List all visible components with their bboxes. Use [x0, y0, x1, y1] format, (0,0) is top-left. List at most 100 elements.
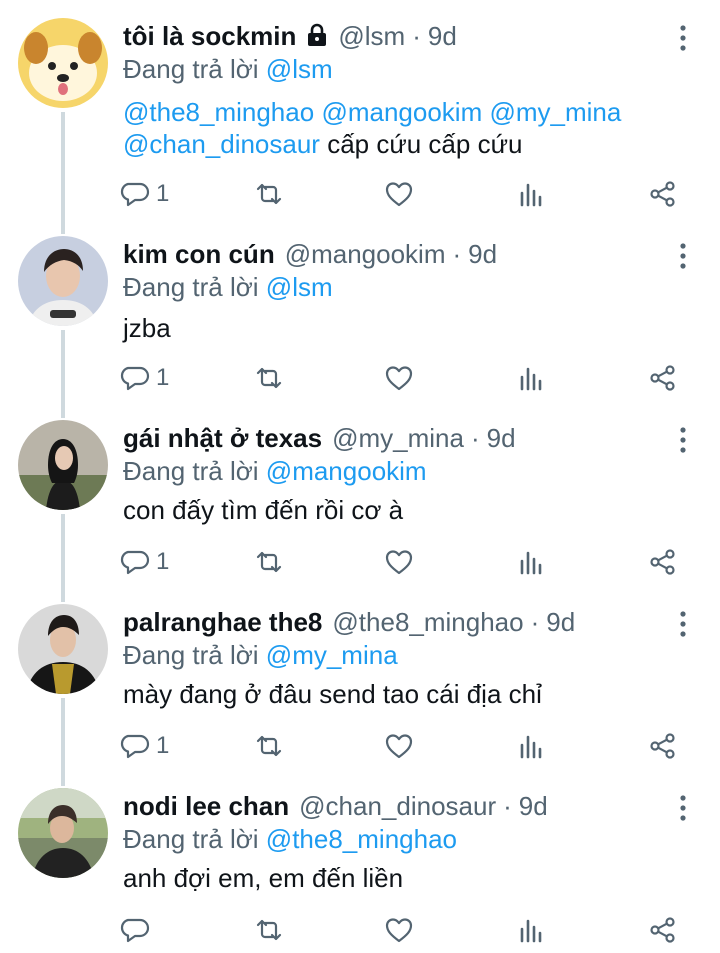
thread-line [61, 112, 65, 234]
retweet-button[interactable] [252, 174, 286, 214]
thread-line [61, 330, 65, 418]
reply-button[interactable]: 1 [120, 174, 169, 214]
mention[interactable]: @mangookim [321, 97, 482, 127]
retweet-icon [252, 547, 286, 577]
avatar[interactable] [18, 788, 108, 878]
replying-to-mention[interactable]: @the8_minghao [266, 824, 457, 854]
separator-dot: · [412, 20, 421, 51]
share-icon [648, 179, 678, 209]
like-button[interactable] [384, 542, 414, 582]
handle[interactable]: @the8_minghao [332, 607, 523, 638]
reply-icon [120, 731, 150, 761]
retweet-button[interactable] [252, 358, 286, 398]
text-span: jzba [123, 313, 171, 343]
view-analytics-button[interactable] [516, 358, 546, 398]
retweet-button[interactable] [252, 542, 286, 582]
avatar[interactable] [18, 420, 108, 510]
reply-icon [120, 363, 150, 393]
more-options-icon[interactable] [672, 792, 694, 824]
timestamp[interactable]: 9d [468, 239, 497, 270]
replying-to-mention[interactable]: @mangookim [266, 456, 427, 486]
reply-icon [120, 915, 150, 945]
replying-label: Đang trả lời [123, 272, 259, 302]
like-button[interactable] [384, 358, 414, 398]
display-name[interactable]: gái nhật ở texas [123, 423, 322, 454]
timestamp[interactable]: 9d [487, 423, 516, 454]
thread-line [61, 698, 65, 786]
heart-icon [384, 363, 414, 393]
text-line: @the8_minghao @mangookim @my_mina [123, 96, 621, 128]
share-button[interactable] [648, 542, 678, 582]
reply-button[interactable]: 1 [120, 542, 169, 582]
share-button[interactable] [648, 726, 678, 766]
handle[interactable]: @mangookim [285, 239, 446, 270]
replying-to-mention[interactable]: @lsm [266, 272, 333, 302]
tweet-text: jzba [123, 312, 171, 344]
timestamp[interactable]: 9d [428, 21, 457, 52]
mention[interactable]: @the8_minghao [123, 97, 314, 127]
like-button[interactable] [384, 174, 414, 214]
retweet-button[interactable] [252, 726, 286, 766]
display-name[interactable]: kim con cún [123, 239, 275, 270]
separator-dot: · [452, 238, 462, 269]
share-button[interactable] [648, 910, 678, 950]
share-icon [648, 915, 678, 945]
reply-count: 1 [156, 548, 170, 575]
text-span: anh đợi em, em đến liền [123, 863, 404, 893]
retweet-button[interactable] [252, 910, 286, 950]
separator-dot: · [530, 606, 540, 637]
handle[interactable]: @chan_dinosaur [299, 791, 496, 822]
mention[interactable]: @my_mina [489, 97, 621, 127]
more-options-icon[interactable] [672, 240, 694, 272]
heart-icon [384, 731, 414, 761]
replying-label: Đang trả lời [123, 456, 259, 486]
action-bar: 1 [120, 542, 680, 582]
display-name[interactable]: tôi là sockmin [123, 21, 296, 52]
retweet-icon [252, 363, 286, 393]
view-analytics-button[interactable] [516, 910, 546, 950]
replying-to: Đang trả lời @mangookim [123, 456, 427, 487]
avatar[interactable] [18, 604, 108, 694]
replying-to: Đang trả lời @lsm [123, 54, 333, 85]
handle[interactable]: @my_mina [332, 423, 464, 454]
heart-icon [384, 915, 414, 945]
timestamp[interactable]: 9d [546, 607, 575, 638]
share-icon [648, 547, 678, 577]
action-bar: 1 [120, 174, 680, 214]
text-span: mày đang ở đâu send tao cái địa chỉ [123, 679, 542, 709]
reply-button[interactable]: 1 [120, 726, 169, 766]
mention[interactable]: @chan_dinosaur [123, 129, 320, 159]
view-analytics-button[interactable] [516, 542, 546, 582]
display-name[interactable]: nodi lee chan [123, 791, 289, 822]
share-button[interactable] [648, 358, 678, 398]
action-bar: 1 [120, 358, 680, 398]
separator-dot: · [470, 422, 480, 453]
more-options-icon[interactable] [672, 424, 694, 456]
avatar[interactable] [18, 236, 108, 326]
like-button[interactable] [384, 910, 414, 950]
replying-to-mention[interactable]: @my_mina [266, 640, 398, 670]
retweet-icon [252, 915, 286, 945]
text-line: @chan_dinosaur cấp cứu cấp cứu [123, 128, 621, 160]
view-analytics-button[interactable] [516, 726, 546, 766]
like-button[interactable] [384, 726, 414, 766]
avatar[interactable] [18, 18, 108, 108]
display-name[interactable]: palranghae the8 [123, 607, 322, 638]
replying-to-mention[interactable]: @lsm [266, 54, 333, 84]
view-analytics-button[interactable] [516, 174, 546, 214]
reply-count: 1 [156, 364, 170, 391]
more-options-icon[interactable] [672, 22, 694, 54]
timestamp[interactable]: 9d [519, 791, 548, 822]
heart-icon [384, 547, 414, 577]
replying-label: Đang trả lời [123, 824, 259, 854]
handle[interactable]: @lsm [338, 21, 405, 52]
reply-button[interactable] [120, 910, 150, 950]
more-options-icon[interactable] [672, 608, 694, 640]
reply-button[interactable]: 1 [120, 358, 169, 398]
share-icon [648, 363, 678, 393]
share-button[interactable] [648, 174, 678, 214]
replying-to: Đang trả lời @my_mina [123, 640, 398, 671]
tweet-header: kim con cún @mangookim · 9d [123, 236, 497, 272]
analytics-icon [516, 731, 546, 761]
tweet-text: anh đợi em, em đến liền [123, 862, 403, 894]
